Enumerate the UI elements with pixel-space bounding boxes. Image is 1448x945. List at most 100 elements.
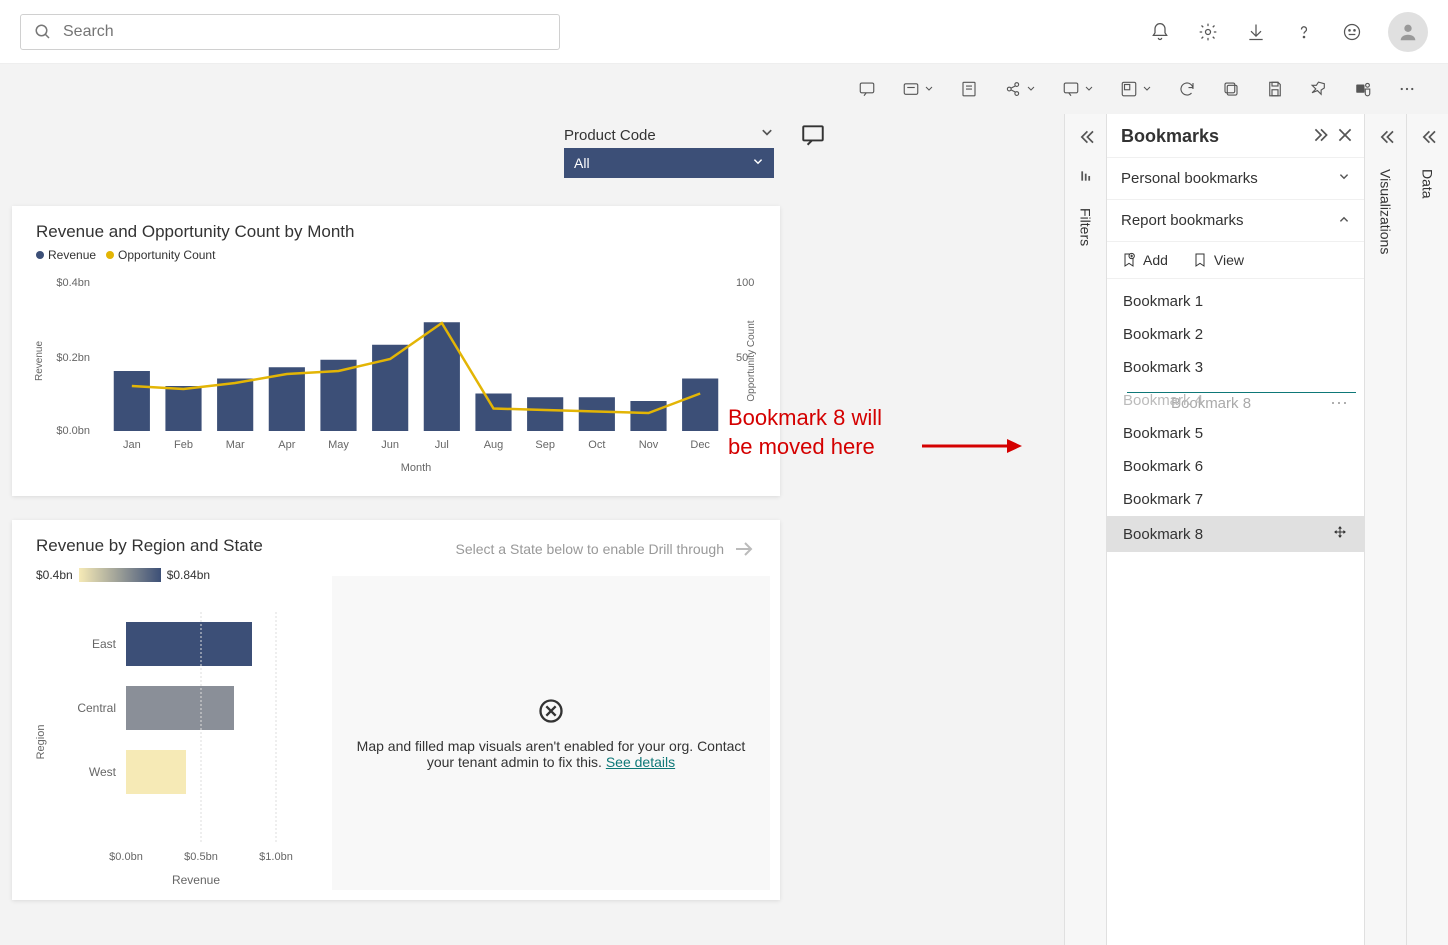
bookmark-item[interactable]: Bookmark 7 [1107,483,1364,516]
see-details-link[interactable]: See details [606,754,675,770]
svg-text:May: May [328,439,349,451]
header-icons [1148,12,1428,52]
panel-title: Bookmarks [1121,126,1219,147]
download-icon[interactable] [1244,20,1268,44]
svg-text:Dec: Dec [690,439,710,451]
svg-text:Sep: Sep [535,439,555,451]
svg-text:Jan: Jan [123,439,141,451]
annotation-text: Bookmark 8 will be moved here [728,404,882,461]
personal-bookmarks-section[interactable]: Personal bookmarks [1107,158,1364,200]
chart-title: Revenue by Region and State [36,536,263,556]
svg-text:East: East [92,637,117,651]
annotation-arrow [922,436,1022,456]
svg-text:Central: Central [77,701,116,715]
subscribe-icon[interactable] [894,76,942,102]
slicer-dropdown[interactable]: All [564,148,774,178]
svg-text:$0.2bn: $0.2bn [56,352,90,364]
search-icon [31,20,55,44]
map-visual: Map and filled map visuals aren't enable… [332,576,770,890]
export-icon[interactable] [952,76,986,102]
chevron-down-icon [1338,170,1350,187]
chevron-up-icon [1338,212,1350,229]
svg-text:Aug: Aug [484,439,504,451]
feedback-icon[interactable] [1340,20,1364,44]
save-icon[interactable] [1258,76,1292,102]
svg-text:Revenue: Revenue [172,873,220,887]
hbar-chart-svg: Region East Central West $0.0bn $0.5bn $1.… [36,592,326,892]
top-header [0,0,1448,64]
bookmark-item[interactable]: Bookmark 4 [1107,384,1364,417]
svg-text:Month: Month [401,462,432,474]
svg-text:Opportunity Count: Opportunity Count [746,320,757,401]
bookmark-item[interactable]: Bookmark 2 [1107,318,1364,351]
map-error: Map and filled map visuals aren't enable… [352,697,750,770]
data-rail[interactable]: Data [1406,114,1448,945]
svg-text:Region: Region [35,725,47,760]
expand-icon[interactable] [1314,126,1328,147]
slicer-label: Product Code [564,127,656,144]
svg-text:Feb: Feb [174,439,193,451]
filter-icon [1079,169,1093,188]
refresh-icon[interactable] [1170,76,1204,102]
svg-text:$0.0bn: $0.0bn [109,851,143,863]
report-canvas: Product Code All Revenue and Opportunity… [0,114,1064,945]
product-code-slicer[interactable]: Product Code All [564,122,774,178]
svg-text:100: 100 [736,277,754,289]
combo-chart-svg: $0.4bn $0.2bn $0.0bn 100 50 Revenue Oppo… [36,266,756,476]
chart-title: Revenue and Opportunity Count by Month [36,222,756,242]
settings-icon[interactable] [1196,20,1220,44]
svg-text:$0.0bn: $0.0bn [56,425,90,437]
svg-text:Jul: Jul [435,439,449,451]
close-icon[interactable] [1338,126,1352,147]
visualizations-label: Visualizations [1378,169,1394,254]
bookmark-item[interactable]: Bookmark 6 [1107,450,1364,483]
chat-teams-icon[interactable] [1054,76,1102,102]
filters-rail[interactable]: Filters [1064,114,1106,945]
bookmark-item-selected[interactable]: Bookmark 8 [1107,516,1364,552]
bookmarks-panel: Bookmarks Personal bookmarks Report book… [1106,114,1364,945]
comment-icon[interactable] [800,122,826,153]
svg-text:Apr: Apr [278,439,295,451]
filters-label: Filters [1078,208,1094,246]
search-input[interactable] [63,23,549,41]
collapse-left-icon[interactable] [1379,130,1393,149]
svg-text:Jun: Jun [381,439,399,451]
report-bookmarks-section[interactable]: Report bookmarks [1107,200,1364,242]
svg-text:$0.5bn: $0.5bn [184,851,218,863]
svg-text:$0.4bn: $0.4bn [56,277,90,289]
svg-text:West: West [89,765,117,779]
drill-hint: Select a State below to enable Drill thr… [456,537,757,561]
explore-icon[interactable] [1112,76,1160,102]
more-icon[interactable] [1390,76,1424,102]
notifications-icon[interactable] [1148,20,1172,44]
bookmark-item[interactable]: Bookmark 5 [1107,417,1364,450]
avatar[interactable] [1388,12,1428,52]
share-icon[interactable] [996,76,1044,102]
copy-icon[interactable] [1214,76,1248,102]
view-bookmark-button[interactable]: View [1192,252,1244,268]
visualizations-rail[interactable]: Visualizations [1364,114,1406,945]
bookmark-item[interactable]: Bookmark 3 [1107,351,1364,384]
help-icon[interactable] [1292,20,1316,44]
collapse-left-icon[interactable] [1079,130,1093,149]
chevron-down-icon[interactable] [760,126,774,144]
pin-icon[interactable] [1302,76,1336,102]
svg-text:Revenue: Revenue [34,341,45,381]
svg-text:$1.0bn: $1.0bn [259,851,293,863]
toolbar [0,64,1448,114]
comments-icon[interactable] [850,76,884,102]
svg-text:Mar: Mar [226,439,245,451]
drag-cursor-icon [1332,524,1348,544]
slicer-value: All [574,155,590,171]
chart-revenue-opportunity[interactable]: Revenue and Opportunity Count by Month R… [12,206,780,496]
add-bookmark-button[interactable]: Add [1121,252,1168,268]
svg-text:Oct: Oct [588,439,605,451]
chart-revenue-region[interactable]: Revenue by Region and State Select a Sta… [12,520,780,900]
chart-legend: Revenue Opportunity Count [36,248,756,262]
teams-icon[interactable] [1346,76,1380,102]
svg-text:Nov: Nov [639,439,659,451]
bookmark-list: Bookmark 1 Bookmark 2 Bookmark 3 Bookmar… [1107,279,1364,945]
bookmark-item[interactable]: Bookmark 1 [1107,285,1364,318]
search-box[interactable] [20,14,560,50]
collapse-left-icon[interactable] [1421,130,1435,149]
